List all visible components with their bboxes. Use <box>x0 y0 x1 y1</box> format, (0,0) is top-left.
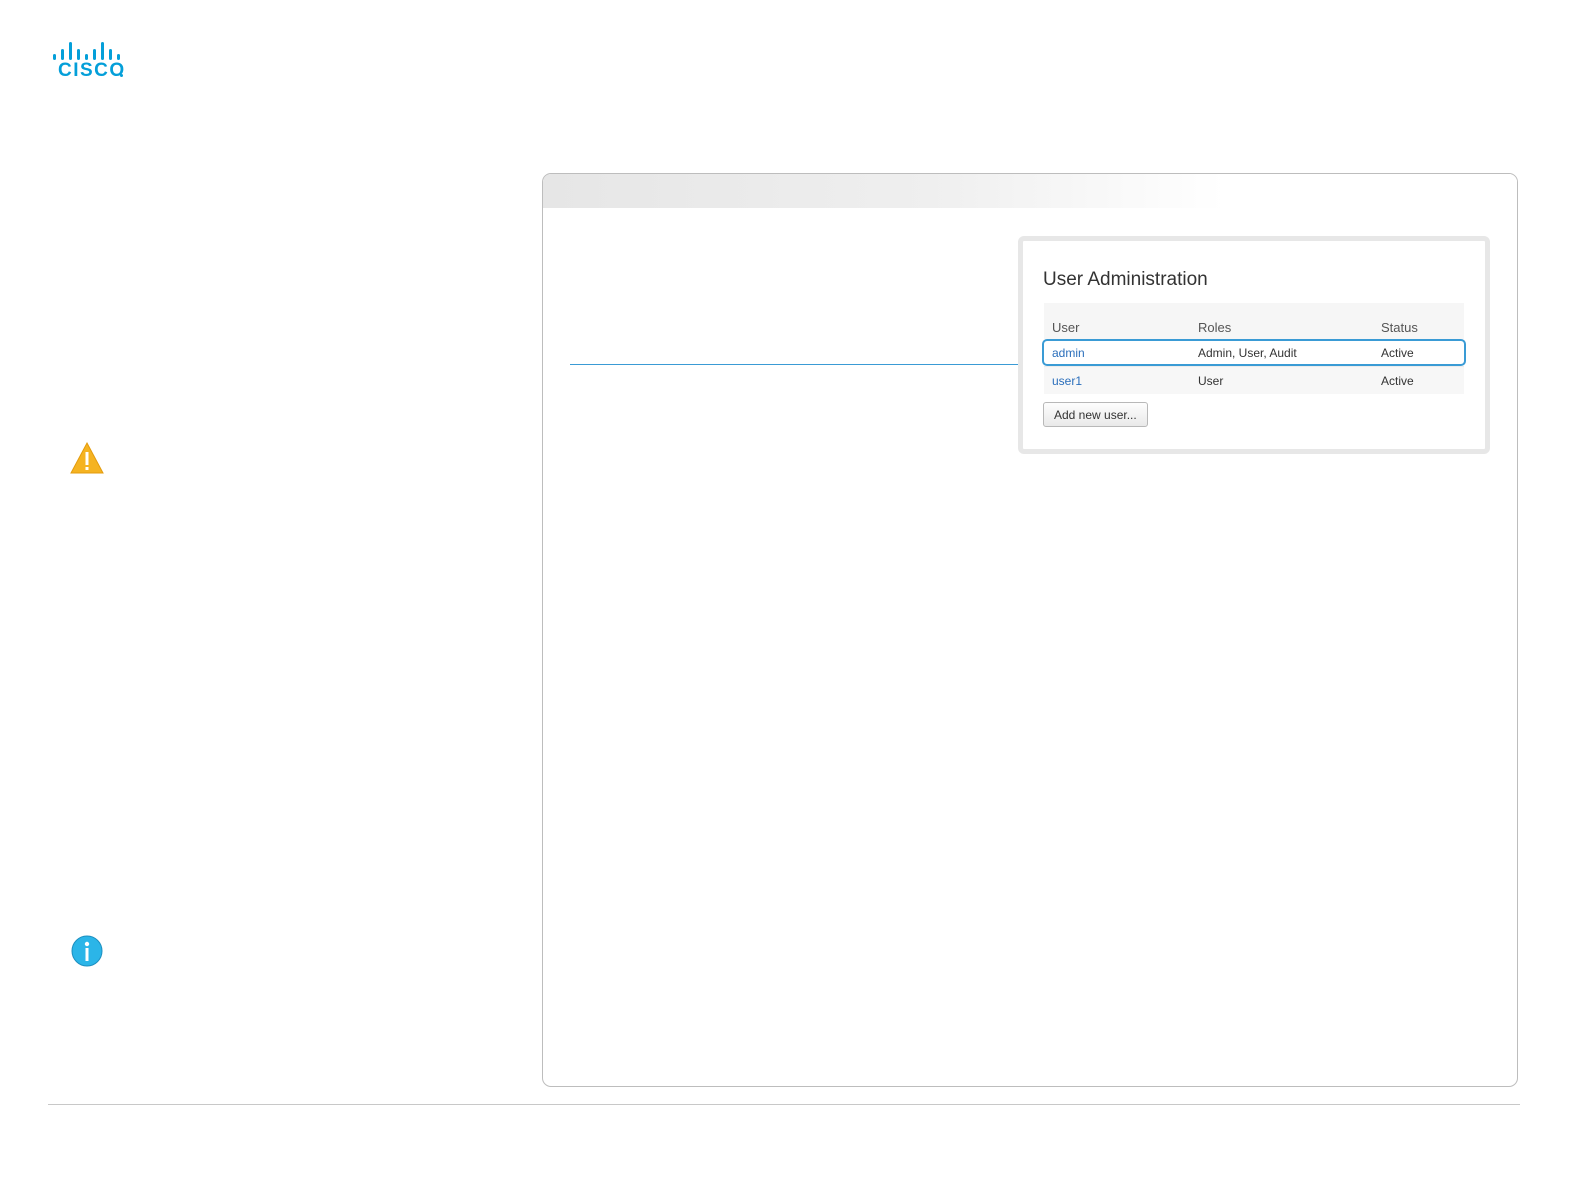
cisco-wordmark: CISCO <box>58 60 126 81</box>
add-new-user-button[interactable]: Add new user... <box>1043 402 1148 427</box>
table-header: User Roles Status <box>1044 303 1464 339</box>
user-administration-panel: User Administration User Roles Status ad… <box>1018 236 1490 454</box>
table-row-user1[interactable]: user1 User Active <box>1044 366 1464 394</box>
frame-header-bar <box>543 174 1517 208</box>
column-header-status: Status <box>1381 320 1418 335</box>
cisco-logo-dot <box>120 74 123 77</box>
user-link-admin[interactable]: admin <box>1052 346 1085 360</box>
users-table: User Roles Status admin Admin, User, Aud… <box>1042 303 1466 394</box>
page-divider <box>48 1104 1520 1105</box>
table-row-admin[interactable]: admin Admin, User, Audit Active <box>1042 339 1466 366</box>
user-link-user1[interactable]: user1 <box>1052 374 1082 388</box>
cisco-bridge-icon <box>52 40 128 60</box>
panel-title: User Administration <box>1043 269 1208 290</box>
column-header-user: User <box>1052 320 1080 335</box>
status-cell: Active <box>1381 345 1414 360</box>
column-header-roles: Roles <box>1198 320 1232 335</box>
info-circle-icon <box>71 935 103 967</box>
status-cell: Active <box>1381 373 1414 388</box>
warning-triangle-icon <box>70 441 104 475</box>
roles-cell: User <box>1198 373 1224 388</box>
cisco-logo: CISCO <box>52 40 128 84</box>
roles-cell: Admin, User, Audit <box>1198 345 1297 360</box>
callout-line <box>570 364 1042 365</box>
